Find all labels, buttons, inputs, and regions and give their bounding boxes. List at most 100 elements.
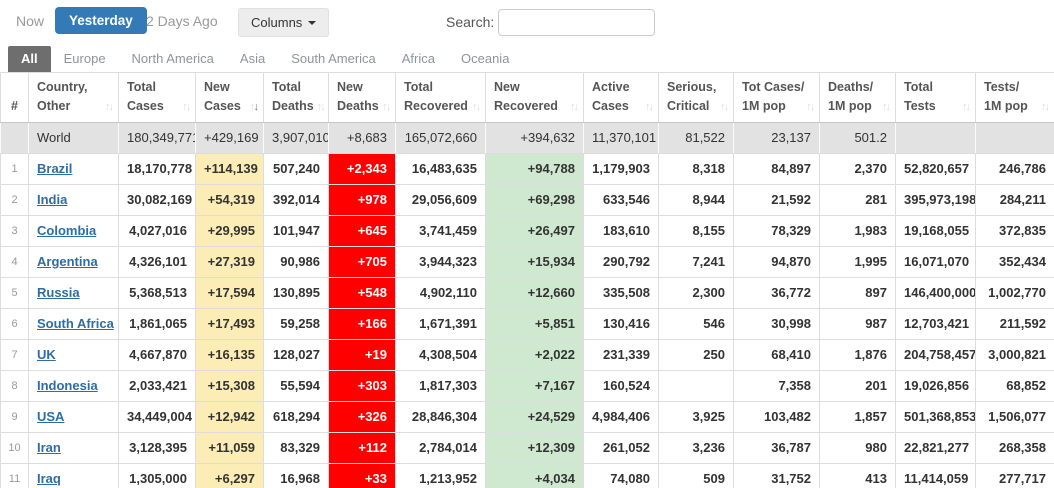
country-link[interactable]: South Africa <box>37 316 114 331</box>
cell-new-deaths: +112 <box>328 431 396 464</box>
cell-serious-critical <box>658 369 734 402</box>
cell-tests-1m: 352,434 <box>975 245 1054 278</box>
cell-new-cases: +27,319 <box>195 245 264 278</box>
col-header-total-recovered[interactable]: Total Recovered ↑↓ <box>395 72 486 123</box>
col-header-country-other[interactable]: Country, Other ↑↓ <box>28 72 119 123</box>
cell-tests-1m: 246,786 <box>975 152 1054 185</box>
col-header-new-recovered[interactable]: New Recovered ↑↓ <box>485 72 584 123</box>
columns-dropdown-button[interactable]: Columns <box>238 8 330 37</box>
country-link[interactable]: UK <box>37 347 56 362</box>
cell-rank: 8 <box>0 369 29 402</box>
col-header-active-cases[interactable]: Active Cases ↑↓ <box>583 72 659 123</box>
country-link[interactable]: Russia <box>37 285 80 300</box>
cell-active-cases: 335,508 <box>583 276 659 309</box>
col-header-tot-cases-1m-pop[interactable]: Tot Cases/1M pop ↑↓ <box>733 72 820 123</box>
cell-tot-cases-1m: 68,410 <box>733 338 820 371</box>
cell-deaths-1m: 987 <box>819 307 896 340</box>
cell-total-deaths: 83,329 <box>263 431 329 464</box>
country-link[interactable]: USA <box>37 409 64 424</box>
cell-new-recovered: +69,298 <box>485 183 584 216</box>
cell-new-deaths: +326 <box>328 400 396 433</box>
header-line1: Tests/ <box>984 80 1020 94</box>
col-header-deaths-1m-pop[interactable]: Deaths/1M pop ↑↓ <box>819 72 896 123</box>
cell-total-recovered: 28,846,304 <box>395 400 486 433</box>
cell-new-cases: +17,594 <box>195 276 264 309</box>
header-line2: Cases <box>204 98 241 113</box>
cell-total-cases: 4,667,870 <box>118 338 196 371</box>
cell-new-deaths: +645 <box>328 214 396 247</box>
country-row: 2 India 30,082,169 +54,319 392,014 +978 29,056… <box>0 183 1054 216</box>
cell-country: India <box>28 183 119 216</box>
cell-new-recovered: +394,632 <box>485 121 584 154</box>
cell-new-cases: +16,135 <box>195 338 264 371</box>
col-header-tests-1m-pop[interactable]: Tests/1M pop ↑↓ <box>975 72 1054 123</box>
region-tab-asia[interactable]: Asia <box>227 46 278 72</box>
cell-serious-critical: 3,925 <box>658 400 734 433</box>
col-header-serious-critical[interactable]: Serious, Critical ↑↓ <box>658 72 734 123</box>
cell-new-recovered: +15,934 <box>485 245 584 278</box>
cell-total-deaths: 90,986 <box>263 245 329 278</box>
cell-new-cases: +29,995 <box>195 214 264 247</box>
country-link[interactable]: Iran <box>37 440 61 455</box>
region-tab-south-america[interactable]: South America <box>278 46 389 72</box>
cell-country: South Africa <box>28 307 119 340</box>
cell-tot-cases-1m: 21,592 <box>733 183 820 216</box>
country-link[interactable]: Argentina <box>37 254 98 269</box>
sort-icon: ↑↓ <box>382 100 391 113</box>
search-input[interactable] <box>498 9 655 36</box>
cell-new-cases: +6,297 <box>195 462 264 488</box>
cell-active-cases: 290,792 <box>583 245 659 278</box>
cell-country: World <box>28 121 119 154</box>
header-line1: Deaths/ <box>828 80 874 94</box>
region-tab-africa[interactable]: Africa <box>389 46 448 72</box>
cell-total-tests: 146,400,000 <box>895 276 976 309</box>
country-link[interactable]: Indonesia <box>37 378 98 393</box>
col-header-total-cases[interactable]: Total Cases ↑↓ <box>118 72 196 123</box>
header-line1: New <box>204 80 230 94</box>
cell-total-deaths: 55,594 <box>263 369 329 402</box>
sort-icon: ↑↓ <box>962 100 971 113</box>
country-link[interactable]: Brazil <box>37 161 72 176</box>
region-tab-all[interactable]: All <box>8 46 51 72</box>
cell-new-cases: +114,139 <box>195 152 264 185</box>
cell-tests-1m: 268,358 <box>975 431 1054 464</box>
cell-total-recovered: 1,213,952 <box>395 462 486 488</box>
header-line2: Critical <box>667 98 710 113</box>
region-tab-north-america[interactable]: North America <box>119 46 227 72</box>
country-row: 10 Iran 3,128,395 +11,059 83,329 +112 2,784,01… <box>0 431 1054 464</box>
cell-deaths-1m: 501.2 <box>819 121 896 154</box>
cell-deaths-1m: 281 <box>819 183 896 216</box>
time-tab-now[interactable]: Now <box>16 13 44 29</box>
cell-rank: 4 <box>0 245 29 278</box>
col-header-total-tests[interactable]: Total Tests ↑↓ <box>895 72 976 123</box>
country-row: 4 Argentina 4,326,101 +27,319 90,986 +705 3,94… <box>0 245 1054 278</box>
cell-new-deaths: +978 <box>328 183 396 216</box>
col-header-new-deaths[interactable]: New Deaths ↑↓ <box>328 72 396 123</box>
header-line1: Total <box>127 80 156 94</box>
time-tab-2-days-ago[interactable]: 2 Days Ago <box>146 13 218 29</box>
cell-total-tests: 16,071,070 <box>895 245 976 278</box>
cell-deaths-1m: 1,876 <box>819 338 896 371</box>
cell-serious-critical: 8,944 <box>658 183 734 216</box>
col-header-rank: # <box>0 72 29 123</box>
time-tab-yesterday[interactable]: Yesterday <box>55 7 147 34</box>
cell-total-tests: 22,821,277 <box>895 431 976 464</box>
region-tab-oceania[interactable]: Oceania <box>448 46 522 72</box>
header-line2: 1M pop <box>828 98 872 113</box>
sort-icon: ↑↓ <box>570 100 579 113</box>
region-tab-europe[interactable]: Europe <box>51 46 119 72</box>
cell-country: Indonesia <box>28 369 119 402</box>
toolbar: Now Yesterday 2 Days Ago Columns Search: <box>0 0 1054 46</box>
cell-total-cases: 3,128,395 <box>118 431 196 464</box>
col-header-total-deaths[interactable]: Total Deaths ↑↓ <box>263 72 329 123</box>
country-link[interactable]: Colombia <box>37 223 96 238</box>
cell-new-cases: +15,308 <box>195 369 264 402</box>
country-link[interactable]: India <box>37 192 67 207</box>
cell-country: UK <box>28 338 119 371</box>
cell-new-recovered: +94,788 <box>485 152 584 185</box>
cell-total-deaths: 16,968 <box>263 462 329 488</box>
country-row: 1 Brazil 18,170,778 +114,139 507,240 +2,343 16… <box>0 152 1054 185</box>
country-link[interactable]: Iraq <box>37 471 61 486</box>
col-header-new-cases[interactable]: New Cases ↑↓ <box>195 72 264 123</box>
cell-serious-critical: 546 <box>658 307 734 340</box>
